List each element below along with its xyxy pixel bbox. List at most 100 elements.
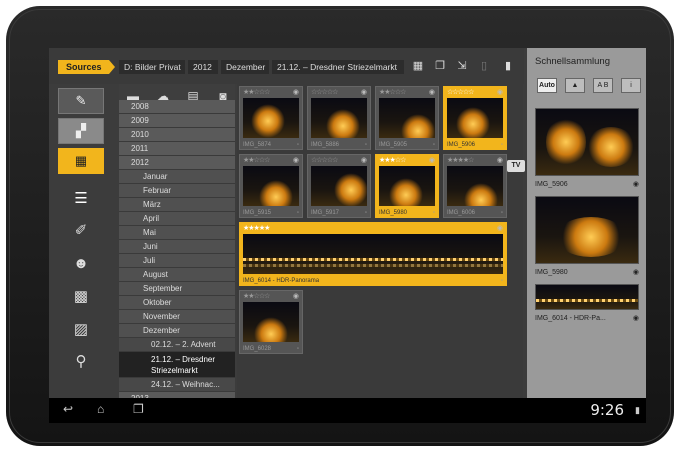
info-icon[interactable]: ▫	[297, 346, 299, 352]
left-navigation: ✎ ▞ ▦ ☰ ✐ ☻ ▩ ▨ ⚲	[49, 84, 113, 398]
tree-item[interactable]: Juni	[119, 240, 235, 254]
photo-image	[311, 166, 367, 206]
crumb-month[interactable]: Dezember	[221, 60, 269, 74]
photo-thumbnail[interactable]: ★★★☆☆ ◉ IMG_5980 ▫	[375, 154, 439, 218]
photo-image	[379, 98, 435, 138]
copy-icon[interactable]: ❐	[433, 58, 447, 74]
quick-thumb-2[interactable]	[535, 196, 639, 264]
info-icon[interactable]: ▫	[433, 142, 435, 148]
tree-item[interactable]: 24.12. – Weihnac...	[119, 378, 235, 392]
rating-stars[interactable]: ★★☆☆☆	[379, 88, 406, 96]
search-icon[interactable]: ⚲	[69, 352, 93, 372]
tree-item[interactable]: Februar	[119, 184, 235, 198]
photo-thumbnail[interactable]: ☆☆☆☆☆ ◉ IMG_5906 ▫	[443, 86, 507, 150]
crumb-day[interactable]: 21.12. – Dresdner Striezelmarkt	[272, 60, 404, 74]
tree-item[interactable]: März	[119, 198, 235, 212]
ab-button[interactable]: A B	[593, 78, 613, 93]
photo-thumbnail[interactable]: ★★★★☆ ◉ IMG_6006 ▫	[443, 154, 507, 218]
photo-thumbnail[interactable]: ★★☆☆☆ ◉ IMG_6028 ▫	[239, 290, 303, 354]
info-icon[interactable]: ▫	[433, 210, 435, 216]
rating-stars[interactable]: ★★☆☆☆	[243, 292, 270, 300]
grid-icon[interactable]: ▦	[411, 58, 425, 74]
sources-button[interactable]: Sources	[58, 60, 115, 74]
photo-label: IMG_5906	[447, 142, 476, 148]
auto-button[interactable]: Auto	[537, 78, 557, 93]
app-screen: Sources D: Bilder Privat 2012 Dezember 2…	[49, 48, 646, 423]
move-icon[interactable]: ⇲	[455, 58, 469, 74]
photo-thumbnail[interactable]: ★★★★★ ◉ IMG_6014 - HDR-Panorama ▫	[239, 222, 507, 286]
landscape-icon[interactable]: ▲	[565, 78, 585, 93]
tree-item[interactable]: September	[119, 282, 235, 296]
tree-item[interactable]: Juli	[119, 254, 235, 268]
tree-item[interactable]: Oktober	[119, 296, 235, 310]
tree-item[interactable]: 2009	[119, 114, 235, 128]
brush-icon[interactable]: ✎	[58, 88, 104, 114]
grid-view-icon[interactable]: ▦	[58, 148, 104, 174]
map-icon[interactable]: ▩	[69, 287, 93, 307]
tree-item[interactable]: Mai	[119, 226, 235, 240]
eye-icon[interactable]: ◉	[429, 88, 435, 96]
rating-stars[interactable]: ☆☆☆☆☆	[311, 88, 338, 96]
home-icon[interactable]: ⌂	[97, 402, 104, 416]
tree-item[interactable]: 2010	[119, 128, 235, 142]
rating-stars[interactable]: ★★★☆☆	[379, 156, 406, 164]
rating-stars[interactable]: ★★☆☆☆	[243, 156, 270, 164]
tree-item[interactable]: 02.12. – 2. Advent	[119, 338, 235, 352]
eye-icon[interactable]: ◉	[361, 156, 367, 164]
tree-item[interactable]: 2011	[119, 142, 235, 156]
info-icon[interactable]: ▫	[501, 142, 503, 148]
quick-thumb-3[interactable]	[535, 284, 639, 310]
tree-item[interactable]: 2012	[119, 156, 235, 170]
info-icon[interactable]: ▫	[365, 142, 367, 148]
tree-item[interactable]: April	[119, 212, 235, 226]
info-icon[interactable]: ▫	[297, 210, 299, 216]
photo-thumbnail[interactable]: ☆☆☆☆☆ ◉ IMG_5917 ▫	[307, 154, 371, 218]
photo-image	[243, 302, 299, 342]
rating-stars[interactable]: ☆☆☆☆☆	[447, 88, 474, 96]
tv-badge[interactable]: TV	[507, 160, 525, 172]
tree-item[interactable]: 2008	[119, 100, 235, 114]
photo-thumbnail[interactable]: ★★☆☆☆ ◉ IMG_5874 ▫	[239, 86, 303, 150]
eye-icon[interactable]: ◉	[361, 88, 367, 96]
tree-item[interactable]: Januar	[119, 170, 235, 184]
eye-icon[interactable]: ◉	[293, 156, 299, 164]
tree-item[interactable]: November	[119, 310, 235, 324]
tag-icon[interactable]: ✐	[69, 221, 93, 241]
eye-icon[interactable]: ◉	[293, 292, 299, 300]
image-icon[interactable]: ▨	[69, 320, 93, 340]
eye-icon[interactable]: ◉	[293, 88, 299, 96]
photo-label: IMG_6028	[243, 346, 272, 352]
eye-icon[interactable]: ◉	[497, 224, 503, 232]
rating-stars[interactable]: ★★☆☆☆	[243, 88, 270, 96]
eye-icon[interactable]: ◉	[429, 156, 435, 164]
info-icon[interactable]: ▫	[501, 278, 503, 284]
recent-apps-icon[interactable]: ❐	[133, 402, 144, 416]
info-button[interactable]: i	[621, 78, 641, 93]
trash-icon[interactable]: ▮	[501, 58, 515, 74]
info-icon[interactable]: ▫	[297, 142, 299, 148]
tree-item[interactable]: August	[119, 268, 235, 282]
eye-icon[interactable]: ◉	[497, 88, 503, 96]
quick-label-3: IMG_6014 - HDR-Pa... ◉	[535, 315, 639, 322]
document-icon[interactable]: ▯	[477, 58, 491, 74]
edit-grid-icon[interactable]: ▞	[58, 118, 104, 144]
tree-item[interactable]: Dezember	[119, 324, 235, 338]
tree-item[interactable]: 21.12. – Dresdner Striezelmarkt	[119, 352, 235, 378]
rating-stars[interactable]: ★★★★★	[243, 224, 270, 232]
quick-thumb-1[interactable]	[535, 108, 639, 176]
list-icon[interactable]: ☰	[69, 189, 93, 209]
quick-label-2: IMG_5980 ◉	[535, 269, 639, 276]
rating-stars[interactable]: ☆☆☆☆☆	[311, 156, 338, 164]
info-icon[interactable]: ▫	[365, 210, 367, 216]
rating-stars[interactable]: ★★★★☆	[447, 156, 474, 164]
eye-icon[interactable]: ◉	[497, 156, 503, 164]
photo-thumbnail[interactable]: ★★☆☆☆ ◉ IMG_5915 ▫	[239, 154, 303, 218]
people-icon[interactable]: ☻	[69, 254, 93, 274]
info-icon[interactable]: ▫	[501, 210, 503, 216]
crumb-drive[interactable]: D: Bilder Privat	[119, 60, 185, 74]
photo-thumbnail[interactable]: ☆☆☆☆☆ ◉ IMG_5886 ▫	[307, 86, 371, 150]
photo-thumbnail[interactable]: ★★☆☆☆ ◉ IMG_5905 ▫	[375, 86, 439, 150]
back-icon[interactable]: ↩	[63, 402, 73, 416]
crumb-year[interactable]: 2012	[188, 60, 218, 74]
eye-icon: ◉	[632, 181, 639, 188]
